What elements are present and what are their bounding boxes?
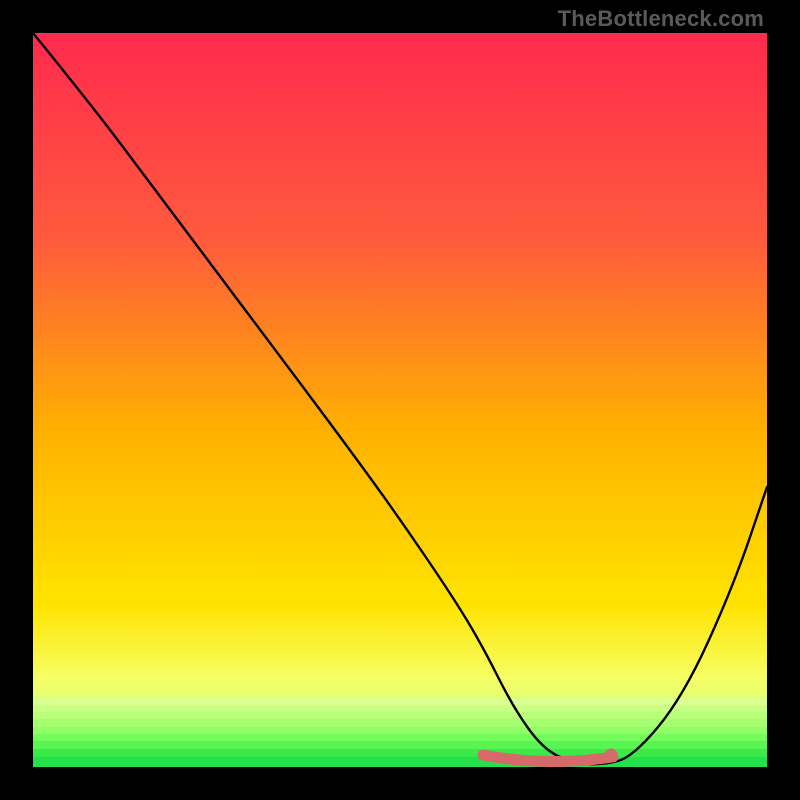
bottleneck-curve <box>33 33 767 764</box>
plot-area <box>33 33 767 767</box>
trough-marker <box>483 755 613 762</box>
chart-frame: TheBottleneck.com <box>0 0 800 800</box>
watermark-text: TheBottleneck.com <box>558 6 764 32</box>
trough-dot <box>605 749 618 762</box>
curve-svg <box>33 33 767 767</box>
